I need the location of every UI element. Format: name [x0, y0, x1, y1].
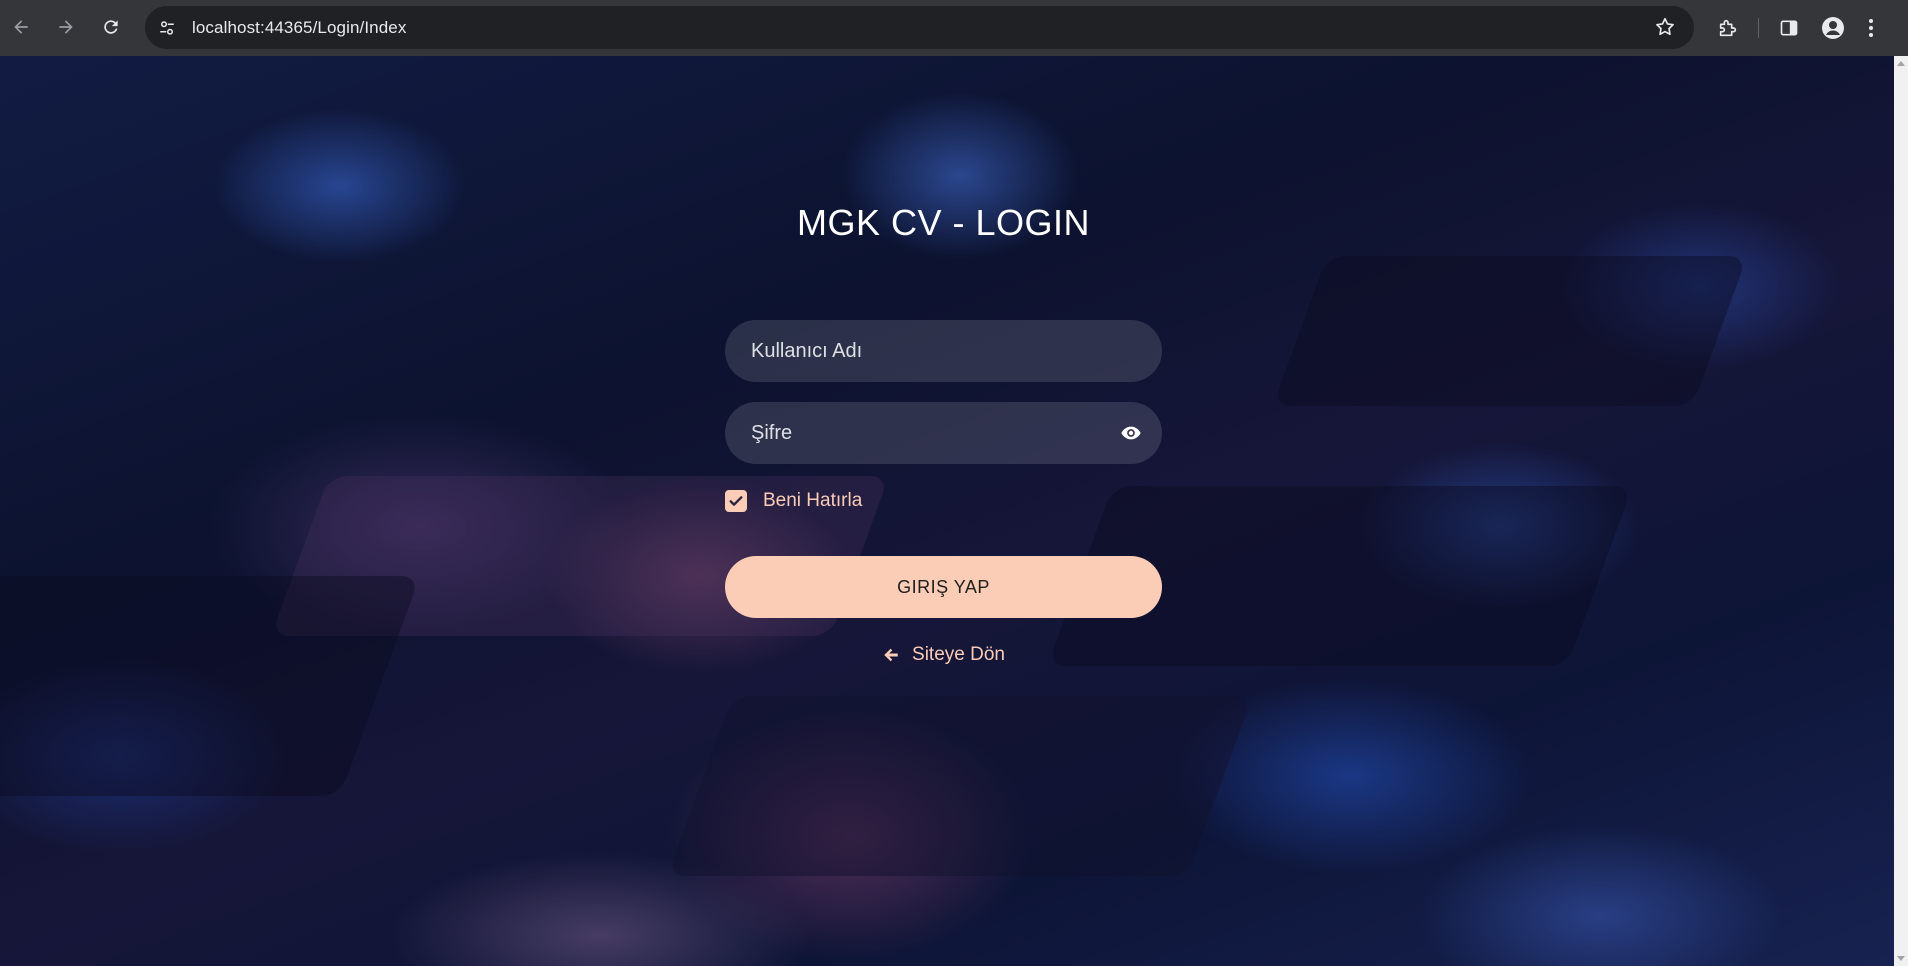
- remember-me[interactable]: Beni Hatırla: [725, 490, 862, 512]
- address-bar[interactable]: localhost:44365/Login/Index: [145, 6, 1694, 49]
- reload-icon: [104, 20, 118, 34]
- arrow-left-icon: [884, 648, 898, 662]
- login-button[interactable]: GIRIŞ YAP: [725, 556, 1162, 618]
- side-panel-icon: [1780, 20, 1798, 36]
- page-title: MGK CV - LOGIN: [796, 202, 1091, 243]
- arrow-right-icon: [59, 20, 73, 34]
- bookmark-button[interactable]: [1650, 12, 1680, 42]
- back-link-label[interactable]: Siteye Dön: [912, 644, 1005, 666]
- password-input[interactable]: [725, 420, 1105, 446]
- remember-label[interactable]: Beni Hatırla: [763, 490, 862, 512]
- username-field[interactable]: [725, 320, 1162, 382]
- page-scrollbar[interactable]: [1894, 56, 1908, 966]
- tune-icon: [160, 20, 174, 35]
- username-input[interactable]: [725, 338, 1105, 364]
- back-button[interactable]: [4, 10, 38, 44]
- browser-toolbar: localhost:44365/Login/Index: [0, 0, 1908, 56]
- scroll-down-arrow[interactable]: [1897, 956, 1905, 961]
- arrow-left-icon: [14, 20, 28, 34]
- back-to-site-link[interactable]: Siteye Dön: [725, 644, 1162, 666]
- url-text[interactable]: localhost:44365/Login/Index: [192, 18, 406, 38]
- side-panel-button[interactable]: [1771, 10, 1807, 46]
- background-overlay: [0, 56, 1894, 966]
- page-background: [0, 56, 1894, 966]
- kebab-menu-icon: [1869, 19, 1873, 37]
- extensions-button[interactable]: [1710, 10, 1746, 46]
- password-field[interactable]: [725, 402, 1162, 464]
- toolbar-divider: [1758, 18, 1759, 38]
- profile-button[interactable]: [1815, 10, 1851, 46]
- check-icon: [729, 496, 743, 506]
- remember-checkbox[interactable]: [725, 490, 747, 512]
- reload-button[interactable]: [94, 10, 128, 44]
- menu-button[interactable]: [1859, 10, 1883, 46]
- site-info-button[interactable]: [152, 13, 182, 43]
- person-icon: [1822, 17, 1844, 39]
- puzzle-icon: [1719, 19, 1737, 37]
- toolbar-actions: [1710, 10, 1891, 46]
- star-icon: [1656, 17, 1674, 36]
- forward-button[interactable]: [49, 10, 83, 44]
- scroll-up-arrow[interactable]: [1897, 61, 1905, 66]
- eye-icon[interactable]: [1120, 422, 1142, 444]
